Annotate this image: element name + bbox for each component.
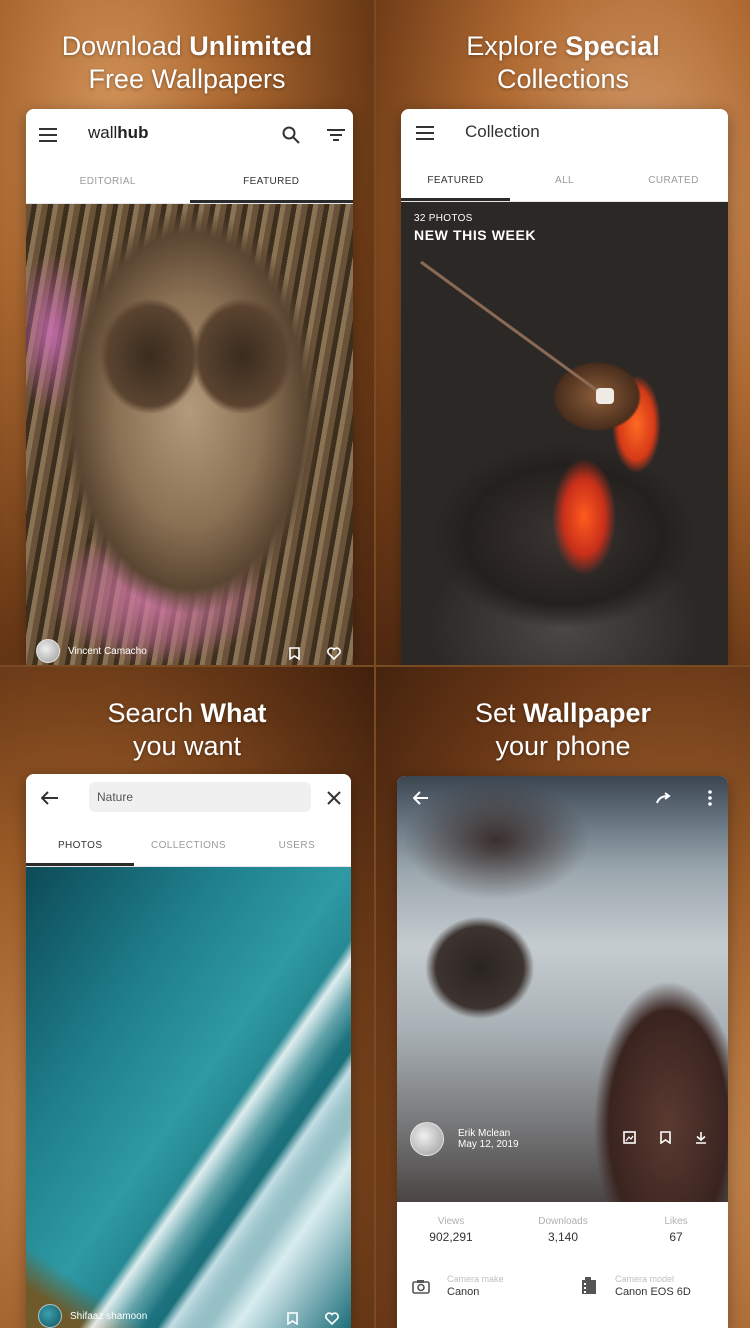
menu-icon[interactable] — [36, 123, 60, 147]
headline-text: Set — [474, 698, 516, 728]
tab-featured[interactable]: FEATURED — [401, 161, 510, 201]
more-vert-icon[interactable] — [698, 786, 722, 810]
panel-download: Download Unlimited Free Wallpapers wallh… — [0, 0, 374, 665]
headline-bold: What — [200, 698, 267, 728]
tab-featured[interactable]: FEATURED — [189, 161, 354, 203]
stat-downloads: Downloads 3,140 — [513, 1216, 613, 1244]
download-icon[interactable] — [695, 1131, 707, 1147]
photo-date: May 12, 2019 — [458, 1139, 519, 1150]
app-bar: Collection — [401, 109, 728, 161]
panel-collections: Explore Special Collections Collection F… — [376, 0, 750, 665]
headline-bold: Special — [565, 31, 660, 61]
photographer-credit[interactable]: Vincent Camacho — [36, 639, 147, 663]
headline-text: you want — [132, 731, 242, 761]
wallpaper-detail-photo[interactable]: Erik Mclean May 12, 2019 — [397, 776, 728, 1202]
stat-value: 902,291 — [429, 1230, 473, 1244]
tab-photos[interactable]: PHOTOS — [26, 826, 135, 866]
tab-collections[interactable]: COLLECTIONS — [134, 826, 242, 866]
bookmark-icon[interactable] — [660, 1131, 671, 1147]
stat-likes: Likes 67 — [626, 1216, 726, 1244]
stat-views: Views 902,291 — [401, 1216, 501, 1244]
wallpaper-photo[interactable]: Vincent Camacho — [26, 204, 353, 665]
tab-users[interactable]: USERS — [243, 826, 351, 866]
camera-model: Camera model Canon EOS 6D — [579, 1274, 691, 1298]
avatar — [36, 639, 60, 663]
tab-bar: FEATURED ALL CURATED — [401, 161, 728, 202]
arrow-back-icon[interactable] — [38, 786, 62, 810]
stat-label: Views — [437, 1216, 465, 1227]
marshmallow-stick — [420, 260, 614, 404]
phone-screen: Nature PHOTOS COLLECTIONS USERS Shifaaz … — [26, 774, 351, 1328]
phone-screen: Collection FEATURED ALL CURATED 32 PHOTO… — [401, 109, 728, 665]
photographer-name: Vincent Camacho — [68, 645, 147, 657]
photographer-info: Erik Mclean May 12, 2019 — [458, 1128, 519, 1150]
search-icon[interactable] — [279, 123, 303, 147]
share-icon[interactable] — [653, 786, 677, 810]
headline: Search What you want — [0, 697, 374, 763]
stat-label: Likes — [664, 1216, 688, 1227]
search-value: Nature — [97, 790, 134, 804]
collection-card[interactable]: 32 PHOTOS NEW THIS WEEK — [401, 202, 728, 665]
photo-stats: Views 902,291 Downloads 3,140 Likes 67 C… — [397, 1202, 728, 1328]
avatar — [38, 1304, 62, 1328]
panel-search: Search What you want Nature PHOTOS COLLE… — [0, 667, 374, 1328]
film-icon — [579, 1276, 599, 1296]
page-title: Collection — [465, 122, 540, 141]
menu-icon[interactable] — [413, 121, 437, 145]
heart-icon[interactable] — [325, 1312, 339, 1328]
headline-text: your phone — [495, 731, 631, 761]
meta-value: Canon EOS 6D — [615, 1286, 691, 1298]
headline-text: Download — [61, 31, 182, 61]
photographer-credit[interactable]: Erik Mclean May 12, 2019 — [410, 1122, 519, 1156]
tab-curated[interactable]: CURATED — [619, 161, 728, 201]
search-input[interactable]: Nature — [89, 782, 311, 812]
tab-bar: EDITORIAL FEATURED — [26, 161, 353, 204]
headline-text: Collections — [496, 64, 630, 94]
app-logo: wallhub — [88, 123, 149, 142]
app-bar: wallhub — [26, 109, 353, 161]
meta-label: Camera model — [615, 1274, 675, 1284]
phone-screen: Erik Mclean May 12, 2019 Views 902,291 D… — [397, 776, 728, 1328]
filter-icon[interactable] — [324, 123, 348, 147]
headline: Download Unlimited Free Wallpapers — [0, 30, 374, 96]
headline: Explore Special Collections — [376, 30, 750, 96]
bookmark-icon[interactable] — [289, 647, 300, 663]
headline: Set Wallpaper your phone — [376, 697, 750, 763]
app-bar: Nature — [26, 774, 351, 826]
arrow-back-icon[interactable] — [409, 786, 433, 810]
camera-make: Camera make Canon — [411, 1274, 504, 1298]
headline-text: Explore — [466, 31, 558, 61]
tab-bar: PHOTOS COLLECTIONS USERS — [26, 826, 351, 867]
stat-value: 3,140 — [547, 1230, 579, 1244]
wallpaper-icon[interactable] — [623, 1131, 636, 1147]
heart-icon[interactable] — [327, 647, 341, 663]
photographer-name: Erik Mclean — [458, 1128, 511, 1139]
meta-label: Camera make — [447, 1274, 504, 1284]
panel-set-wallpaper: Set Wallpaper your phone Erik Mclean May… — [376, 667, 750, 1328]
bookmark-icon[interactable] — [287, 1312, 298, 1328]
close-icon[interactable] — [322, 786, 346, 810]
headline-bold: Unlimited — [189, 31, 313, 61]
headline-text: Search — [107, 698, 194, 728]
camera-icon — [411, 1276, 431, 1296]
search-result-photo[interactable]: Shifaaz shamoon — [26, 867, 351, 1328]
tab-editorial[interactable]: EDITORIAL — [26, 161, 190, 203]
avatar — [410, 1122, 444, 1156]
meta-value: Canon — [447, 1286, 480, 1298]
photographer-name: Shifaaz shamoon — [70, 1310, 148, 1322]
stat-value: 67 — [669, 1230, 683, 1244]
photographer-credit[interactable]: Shifaaz shamoon — [38, 1304, 147, 1328]
headline-text: Free Wallpapers — [88, 64, 286, 94]
tab-all[interactable]: ALL — [510, 161, 619, 201]
headline-bold: Wallpaper — [523, 698, 652, 728]
stat-label: Downloads — [538, 1216, 588, 1227]
phone-screen: wallhub EDITORIAL FEATURED Vincent Camac… — [26, 109, 353, 665]
